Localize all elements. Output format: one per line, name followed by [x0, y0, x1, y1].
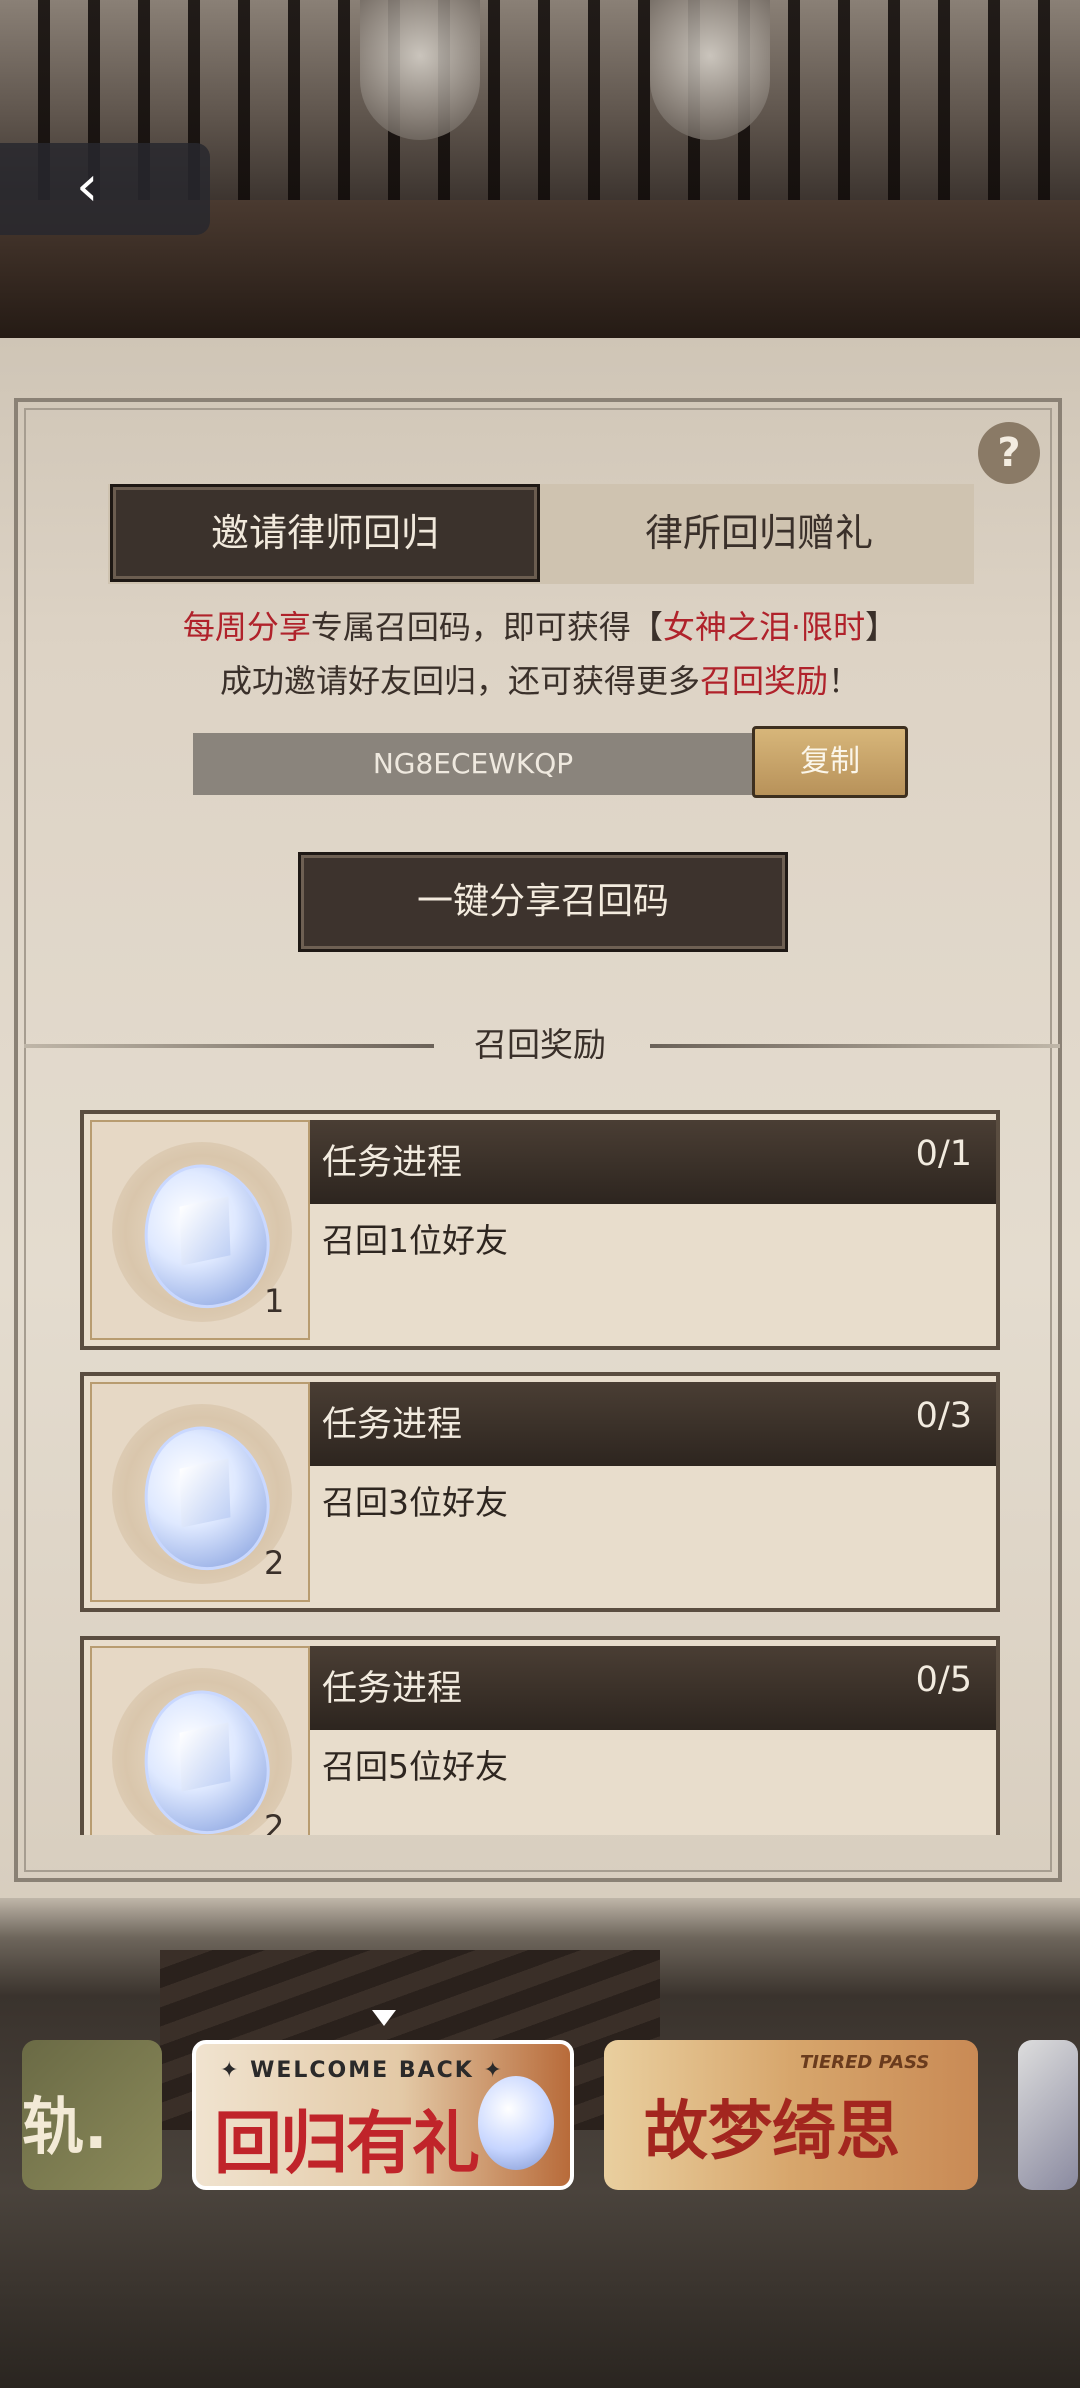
gem-facet — [179, 1458, 231, 1528]
event-banner-tiered-pass[interactable]: TIERED PASS 故梦绮思 — [604, 2040, 978, 2190]
desc-text: 成功邀请好友回归，还可获得更多 — [219, 662, 700, 700]
recall-reward-text: 召回奖励 — [699, 662, 828, 700]
weekly-share-text: 每周分享 — [182, 608, 311, 646]
task-description: 召回5位好友 — [322, 1747, 508, 1786]
reward-list[interactable]: 1 任务进程 0/1 召回1位好友 2 任务进程 0/3 召回3位好友 2 任务… — [80, 1108, 1004, 1835]
reward-card: 2 任务进程 0/5 召回5位好友 — [80, 1636, 1000, 1835]
help-button[interactable]: ? — [978, 422, 1040, 484]
back-button[interactable]: ‹ — [0, 143, 210, 235]
invite-code-value: NG8ECEWKQP — [372, 747, 574, 780]
reward-quantity: 2 — [264, 1808, 285, 1835]
share-code-button[interactable]: 一键分享召回码 — [298, 852, 788, 952]
banner-subtitle: ✦ WELCOME BACK ✦ — [220, 2058, 504, 2083]
gem-facet — [179, 1196, 231, 1266]
tab-invite-lawyer[interactable]: 邀请律师回归 — [110, 484, 540, 582]
banner-title: 轨. — [22, 2090, 108, 2163]
chandelier-lamp-image — [360, 0, 480, 140]
tab-return-gift[interactable]: 律所回归赠礼 — [545, 484, 973, 582]
goddess-tear-text: 女神之泪·限时 — [662, 608, 866, 646]
description-line-1: 每周分享专属召回码，即可获得【女神之泪·限时】 — [60, 604, 1020, 650]
event-banner-welcome-back[interactable]: ✦ WELCOME BACK ✦ 回归有礼 — [192, 2040, 574, 2190]
task-progress-label: 任务进程 — [322, 1143, 463, 1183]
reward-icon-box[interactable]: 2 — [90, 1382, 310, 1602]
reward-quantity: 2 — [264, 1544, 285, 1582]
gem-facet — [179, 1722, 231, 1792]
task-progress-header: 任务进程 0/3 — [310, 1382, 996, 1466]
reward-card: 1 任务进程 0/1 召回1位好友 — [80, 1110, 1000, 1350]
reward-icon-box[interactable]: 1 — [90, 1120, 310, 1340]
task-progress-value: 0/1 — [915, 1134, 972, 1174]
task-progress-header: 任务进程 0/1 — [310, 1120, 996, 1204]
chevron-left-icon: ‹ — [76, 154, 99, 219]
task-progress-label: 任务进程 — [322, 1405, 463, 1445]
task-progress-value: 0/3 — [915, 1396, 972, 1436]
task-progress-value: 0/5 — [915, 1660, 972, 1700]
reward-icon-box[interactable]: 2 — [90, 1646, 310, 1835]
desc-text: 专属召回码，即可获得【 — [310, 608, 663, 646]
desc-text: 】 — [865, 608, 898, 646]
reward-section-title: 召回奖励 — [474, 1025, 606, 1064]
banner-title: 故梦绮思 — [644, 2095, 900, 2169]
task-progress-header: 任务进程 0/5 — [310, 1646, 996, 1730]
selected-arrow-icon — [372, 2010, 396, 2026]
reward-card: 2 任务进程 0/3 召回3位好友 — [80, 1372, 1000, 1612]
desc-text: ！ — [828, 662, 861, 700]
task-description: 召回3位好友 — [322, 1483, 508, 1522]
description-line-2: 成功邀请好友回归，还可获得更多召回奖励！ — [60, 658, 1020, 704]
chandelier-lamp-image — [650, 0, 770, 140]
banner-title: 回归有礼 — [214, 2105, 480, 2184]
event-banner-track[interactable]: 轨. — [22, 2040, 162, 2190]
event-banner-next[interactable] — [1018, 2040, 1078, 2190]
reward-quantity: 1 — [264, 1282, 285, 1320]
question-icon: ? — [997, 430, 1021, 476]
gem-icon — [478, 2076, 554, 2170]
copy-button[interactable]: 复制 — [752, 726, 908, 798]
task-description: 召回1位好友 — [322, 1221, 508, 1260]
task-progress-label: 任务进程 — [322, 1669, 463, 1709]
banner-subtitle: TIERED PASS — [800, 2052, 930, 2073]
